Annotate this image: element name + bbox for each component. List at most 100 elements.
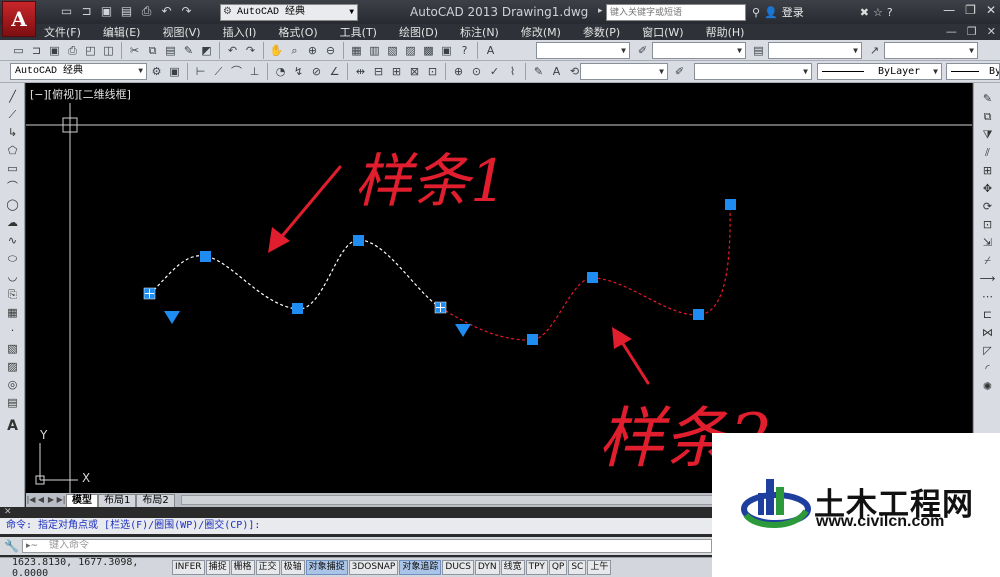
print-icon[interactable]: ⎙ — [64, 42, 81, 59]
dim-text-edit-icon[interactable]: A — [548, 63, 565, 80]
design-center-icon[interactable]: ▥ — [366, 42, 383, 59]
markup-icon[interactable]: ▩ — [420, 42, 437, 59]
grip[interactable] — [200, 251, 211, 262]
workspace-toolbar-select[interactable]: AutoCAD 经典 ▼ — [10, 63, 147, 80]
coordinates-readout[interactable]: 1623.8130, 1677.3098, 0.0000 — [0, 557, 172, 577]
status-tpy[interactable]: TPY — [525, 560, 548, 575]
offset-icon[interactable]: ⫽ — [979, 145, 996, 160]
match-properties-icon[interactable]: ✎ — [180, 42, 197, 59]
status-snap[interactable]: 捕捉 — [205, 560, 230, 575]
tab-model[interactable]: 模型 — [66, 493, 98, 507]
redo-icon[interactable]: ↷ — [178, 3, 195, 20]
menu-window[interactable]: 窗口(W) — [642, 24, 683, 40]
status-am[interactable]: 上午 — [587, 560, 612, 575]
publish-icon[interactable]: ◫ — [100, 42, 117, 59]
arc-icon[interactable]: ⌒ — [4, 179, 21, 194]
help-icon[interactable]: ? — [887, 6, 893, 19]
viewport-controls[interactable]: [−][俯视][二维线框] — [30, 86, 131, 102]
status-infer[interactable]: INFER — [172, 560, 205, 575]
grip[interactable] — [353, 235, 364, 246]
status-lineweight[interactable]: 线宽 — [500, 560, 525, 575]
drawing-area[interactable]: Y X 样条1 样条2 [−][俯视][二维线框] — [26, 83, 972, 493]
baseline-icon[interactable]: ⊟ — [370, 63, 387, 80]
doc-restore-icon[interactable]: ❐ — [967, 25, 977, 38]
stretch-icon[interactable]: ⇲ — [979, 235, 996, 250]
copy-object-icon[interactable]: ⧉ — [979, 109, 996, 124]
radius-icon[interactable]: ◔ — [272, 63, 289, 80]
menu-file[interactable]: 文件(F) — [44, 24, 81, 40]
trim-icon[interactable]: ⌿ — [979, 253, 996, 268]
open-icon[interactable]: ⊐ — [78, 3, 95, 20]
status-otrack[interactable]: 对象追踪 — [399, 560, 442, 575]
prev-tab-icon[interactable]: ◀ — [36, 494, 46, 506]
revcloud-icon[interactable]: ☁ — [4, 215, 21, 230]
star-icon[interactable]: ☆ — [873, 6, 883, 19]
undo-icon[interactable]: ↶ — [224, 42, 241, 59]
menu-edit[interactable]: 编辑(E) — [103, 24, 141, 40]
menu-parametric[interactable]: 参数(P) — [583, 24, 620, 40]
wrench-icon[interactable]: 🔧 — [4, 539, 19, 553]
ellipse-arc-icon[interactable]: ◡ — [4, 269, 21, 284]
menu-tools[interactable]: 工具(T) — [340, 24, 377, 40]
minimize-icon[interactable]: — — [943, 3, 955, 17]
spline-2[interactable] — [440, 203, 731, 341]
properties-icon[interactable]: ▦ — [348, 42, 365, 59]
zoom-window-icon[interactable]: ⊕ — [304, 42, 321, 59]
continue-icon[interactable]: ⊞ — [388, 63, 405, 80]
tolerance-icon[interactable]: ⊕ — [450, 63, 467, 80]
fillet-icon[interactable]: ◜ — [979, 361, 996, 376]
application-menu-button[interactable]: A — [2, 1, 36, 37]
array-icon[interactable]: ⊞ — [979, 163, 996, 178]
next-tab-icon[interactable]: ▶ — [46, 494, 56, 506]
polygon-icon[interactable]: ⬠ — [4, 143, 21, 158]
menu-view[interactable]: 视图(V) — [162, 24, 200, 40]
tool-palettes-icon[interactable]: ▧ — [384, 42, 401, 59]
dim-edit-icon[interactable]: ✎ — [530, 63, 547, 80]
login-label[interactable]: 登录 — [782, 4, 804, 20]
space-icon[interactable]: ⊠ — [406, 63, 423, 80]
gradient-icon[interactable]: ▨ — [4, 359, 21, 374]
explode-icon[interactable]: ✺ — [979, 379, 996, 394]
table-icon[interactable]: ▤ — [4, 395, 21, 410]
zoom-previous-icon[interactable]: ⊖ — [322, 42, 339, 59]
scale-icon[interactable]: ⊡ — [979, 217, 996, 232]
text-style-icon[interactable]: A — [482, 42, 499, 59]
region-icon[interactable]: ◎ — [4, 377, 21, 392]
hatch-icon[interactable]: ▧ — [4, 341, 21, 356]
doc-minimize-icon[interactable]: — — [946, 25, 957, 38]
lineweight-select[interactable]: ByLayer — [946, 63, 1000, 80]
command-input[interactable]: ▸~ 键入命令 — [22, 539, 712, 553]
angular-icon[interactable]: ∠ — [326, 63, 343, 80]
sheet-set-icon[interactable]: ▨ — [402, 42, 419, 59]
search-input[interactable] — [606, 4, 746, 21]
status-qp[interactable]: QP — [548, 560, 568, 575]
break-icon[interactable]: ⊏ — [979, 307, 996, 322]
open-icon[interactable]: ⊐ — [28, 42, 45, 59]
construction-line-icon[interactable]: ⟋ — [4, 107, 21, 122]
workspace-select[interactable]: ⚙ AutoCAD 经典 ▼ — [220, 4, 358, 21]
status-ducs[interactable]: DUCS — [442, 560, 474, 575]
save-icon[interactable]: ▣ — [46, 42, 63, 59]
make-block-icon[interactable]: ▦ — [4, 305, 21, 320]
table-style-icon[interactable]: ▤ — [750, 42, 767, 59]
chamfer-icon[interactable]: ◸ — [979, 343, 996, 358]
copy-icon[interactable]: ⧉ — [144, 42, 161, 59]
rotate-icon[interactable]: ⟳ — [979, 199, 996, 214]
table-style-select[interactable]: ▼ — [768, 42, 862, 59]
diameter-icon[interactable]: ⊘ — [308, 63, 325, 80]
calculator-icon[interactable]: ▣ — [438, 42, 455, 59]
status-polar[interactable]: 极轴 — [280, 560, 305, 575]
status-grid[interactable]: 栅格 — [230, 560, 255, 575]
circle-icon[interactable]: ◯ — [4, 197, 21, 212]
status-3dosnap[interactable]: 3DOSNAP — [348, 560, 399, 575]
polyline-icon[interactable]: ↳ — [4, 125, 21, 140]
plot-preview-icon[interactable]: ◰ — [82, 42, 99, 59]
restore-icon[interactable]: ❐ — [965, 3, 976, 17]
multileader-style-select[interactable]: ▼ — [884, 42, 978, 59]
tab-layout2[interactable]: 布局2 — [136, 493, 175, 507]
text-style-select[interactable]: ▼ — [536, 42, 630, 59]
jogged-linear-icon[interactable]: ⌇ — [504, 63, 521, 80]
menu-modify[interactable]: 修改(M) — [521, 24, 561, 40]
menu-dimension[interactable]: 标注(N) — [460, 24, 499, 40]
binoculars-icon[interactable]: ⚲ — [752, 6, 760, 19]
